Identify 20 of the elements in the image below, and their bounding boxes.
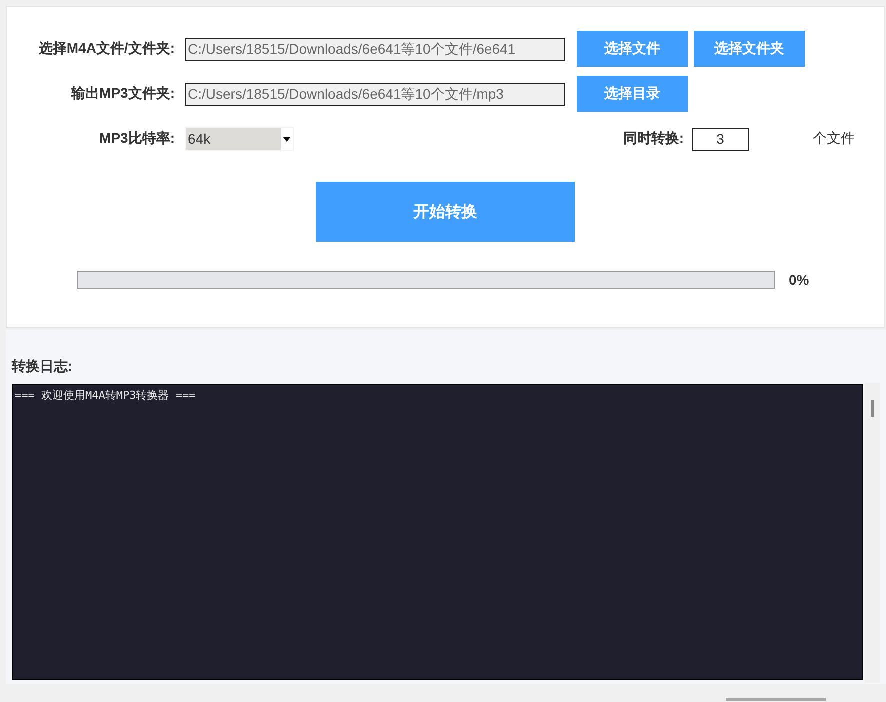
path-field[interactable]: C:/Users/18515/Downloads/6e641等10个文件/6e641 (185, 38, 565, 60)
select-button[interactable]: 选择文件夹 (694, 31, 805, 67)
bitrate-dropdown[interactable]: 64k (185, 127, 294, 151)
log-title: 转换日志: (12, 357, 73, 376)
scrollbar[interactable] (865, 383, 880, 683)
number-field[interactable]: 3 (692, 128, 749, 150)
field-label: 输出MP3文件夹: (72, 85, 175, 103)
field-label: 同时转换: (623, 130, 684, 148)
start-button[interactable]: 开始转换 (316, 182, 575, 242)
unit-label: 个文件 (813, 130, 855, 148)
field-label: MP3比特率: (100, 130, 175, 148)
scrollbar-thumb[interactable] (726, 698, 826, 701)
caret-down-icon (281, 128, 293, 150)
scrollbar-thumb[interactable] (871, 400, 874, 417)
select-button[interactable]: 选择目录 (577, 76, 688, 112)
field-label: 选择M4A文件/文件夹: (38, 40, 175, 58)
progress-reading: 0% (789, 272, 810, 288)
log-line: === 欢迎使用M4A转MP3转换器 === (15, 388, 196, 404)
path-field[interactable]: C:/Users/18515/Downloads/6e641等10个文件/mp3 (185, 82, 565, 106)
select-button[interactable]: 选择文件 (577, 31, 688, 67)
